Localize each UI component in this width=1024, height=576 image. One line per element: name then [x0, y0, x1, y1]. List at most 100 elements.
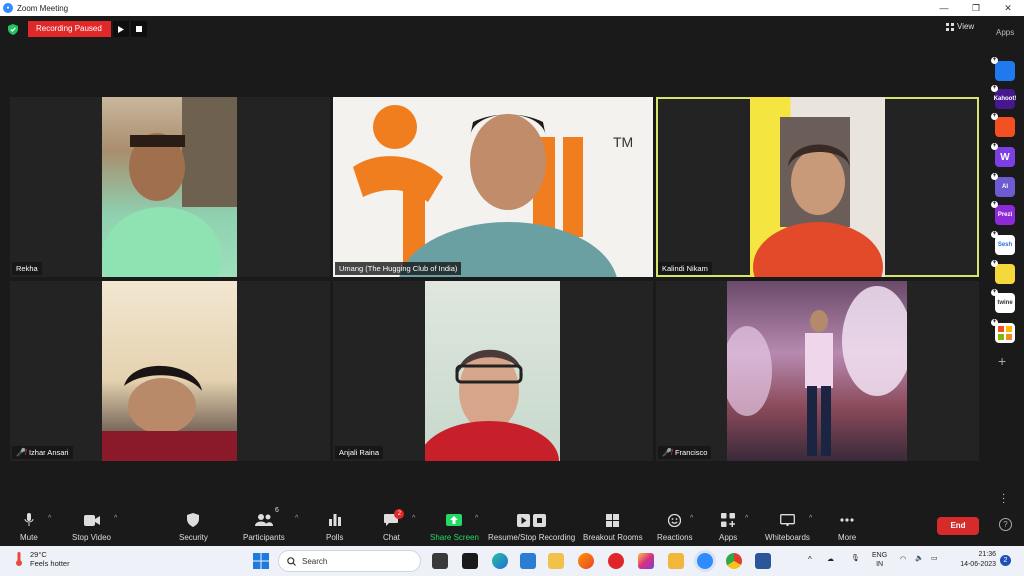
onedrive-cloud-icon[interactable]: ☁ — [827, 555, 834, 563]
more-button[interactable]: More — [838, 511, 856, 542]
firefox-icon[interactable] — [578, 553, 594, 569]
view-label: View — [957, 22, 975, 31]
store-icon[interactable] — [520, 553, 536, 569]
opera-icon[interactable] — [608, 553, 624, 569]
help-button[interactable]: ? — [999, 518, 1012, 531]
more-options-icon[interactable]: · · · — [1002, 490, 1005, 508]
video-tile-izhar-ansari[interactable]: 🎤̸ Izhar Ansari — [10, 281, 330, 461]
video-feed: TM — [333, 97, 653, 277]
share-screen-button[interactable]: Share Screen — [430, 511, 479, 542]
add-app-icon: + — [991, 85, 998, 92]
video-tile-kalindi-nikam[interactable]: Kalindi Nikam — [656, 97, 979, 277]
start-button[interactable] — [253, 553, 269, 574]
video-feed — [425, 281, 560, 461]
share-options-caret[interactable]: ^ — [475, 515, 478, 522]
side-app-3[interactable]: + — [991, 113, 1015, 137]
clock[interactable]: 21:36 14-06-2023 — [950, 550, 996, 570]
edge-browser-icon[interactable] — [492, 553, 508, 569]
widgets-icon[interactable] — [462, 553, 478, 569]
add-app-icon: + — [991, 319, 998, 326]
participant-nameplate: 🎤̸ Izhar Ansari — [12, 446, 73, 459]
chat-button[interactable]: 2 Chat — [383, 509, 405, 542]
reactions-button[interactable]: Reactions — [657, 511, 693, 542]
video-options-caret[interactable]: ^ — [114, 515, 117, 522]
breakout-rooms-button[interactable]: Breakout Rooms — [583, 511, 643, 542]
video-tile-umang[interactable]: TM Umang (The Hugging Club of India) — [333, 97, 653, 277]
wifi-icon[interactable]: ◠ — [900, 555, 906, 563]
resume-stop-recording-button[interactable]: Resume/Stop Recording — [488, 511, 575, 542]
more-icon — [840, 518, 854, 522]
video-tile-francisco[interactable]: 🎤̸ Francisco — [656, 281, 979, 461]
add-app-icon: + — [991, 57, 998, 64]
add-app-icon: + — [991, 260, 998, 267]
add-app-icon: + — [991, 289, 998, 296]
chrome-icon[interactable] — [726, 553, 742, 569]
instagram-icon[interactable] — [638, 553, 654, 569]
file-explorer-icon[interactable] — [548, 553, 564, 569]
muted-mic-icon: 🎤̸ — [662, 448, 672, 457]
video-feed — [727, 281, 907, 461]
end-meeting-button[interactable]: End — [937, 517, 979, 535]
side-app-prezi[interactable]: + Prezi — [991, 201, 1015, 225]
add-app-icon: + — [991, 113, 998, 120]
zoom-taskbar-icon[interactable] — [697, 553, 713, 569]
show-hidden-icons-chevron[interactable]: ^ — [808, 555, 812, 564]
weather-description: Feels hotter — [30, 559, 70, 568]
add-app-button[interactable]: + — [998, 353, 1006, 369]
word-icon[interactable] — [755, 553, 771, 569]
chat-unread-badge: 2 — [394, 509, 405, 519]
resume-recording-icon — [517, 513, 531, 527]
microphone-icon — [24, 513, 34, 526]
recording-status-label: Recording Paused — [28, 21, 111, 37]
participants-count: 6 — [275, 507, 279, 514]
apps-panel-label: Apps — [996, 28, 1015, 37]
participant-nameplate: Rekha — [12, 262, 42, 275]
audio-options-caret[interactable]: ^ — [48, 515, 51, 522]
stop-video-button[interactable]: Stop Video — [72, 511, 111, 542]
security-button[interactable]: Security — [179, 511, 208, 542]
resume-recording-button[interactable] — [113, 21, 129, 37]
battery-icon[interactable]: ▭ — [931, 554, 938, 562]
video-tile-rekha[interactable]: Rekha — [10, 97, 330, 277]
view-button[interactable]: View — [946, 22, 974, 31]
side-app-1[interactable]: + — [991, 57, 1015, 81]
whiteboards-options-caret[interactable]: ^ — [809, 515, 812, 522]
folder-icon[interactable] — [668, 553, 684, 569]
side-app-10[interactable]: + — [991, 319, 1015, 343]
side-app-ai[interactable]: + AI — [991, 173, 1015, 197]
participants-button[interactable]: Participants — [243, 511, 285, 542]
search-placeholder: Search — [302, 556, 328, 566]
encryption-shield-icon[interactable] — [8, 23, 18, 35]
weather-widget[interactable]: 29°C Feels hotter — [14, 550, 70, 568]
minimize-button[interactable]: — — [928, 0, 960, 16]
participants-options-caret[interactable]: ^ — [295, 515, 298, 522]
zoom-window: ● Zoom Meeting — ❐ ✕ Recording Paused Vi… — [0, 0, 1024, 576]
side-app-twine[interactable]: + twine — [991, 289, 1015, 313]
window-title: Zoom Meeting — [17, 3, 69, 13]
participant-nameplate: Umang (The Hugging Club of India) — [335, 262, 462, 275]
participant-nameplate: 🎤̸ Francisco — [658, 446, 712, 459]
polls-button[interactable]: Polls — [326, 511, 343, 542]
stop-recording-button[interactable] — [131, 21, 147, 37]
side-app-kahoot[interactable]: + Kahoot! — [991, 85, 1016, 109]
language-indicator[interactable]: ENG IN — [872, 551, 887, 569]
taskbar-search[interactable]: Search — [278, 550, 421, 572]
reactions-options-caret[interactable]: ^ — [690, 515, 693, 522]
side-app-w[interactable]: + W — [991, 143, 1015, 167]
weather-temperature: 29°C — [30, 550, 47, 559]
chat-options-caret[interactable]: ^ — [412, 515, 415, 522]
add-app-icon: + — [991, 231, 998, 238]
apps-options-caret[interactable]: ^ — [745, 515, 748, 522]
notification-badge[interactable]: 2 — [1000, 555, 1011, 566]
apps-button[interactable]: Apps — [719, 511, 737, 542]
task-view-icon[interactable] — [432, 553, 448, 569]
close-button[interactable]: ✕ — [992, 0, 1024, 16]
restore-button[interactable]: ❐ — [960, 0, 992, 16]
side-app-8[interactable]: + — [991, 260, 1015, 284]
microphone-tray-icon[interactable]: 🎙 — [851, 554, 860, 562]
video-tile-anjali-raina[interactable]: Anjali Raina — [333, 281, 653, 461]
whiteboards-button[interactable]: Whiteboards — [765, 511, 810, 542]
volume-icon[interactable]: 🔈 — [915, 554, 924, 562]
side-app-sesh[interactable]: + Sesh — [991, 231, 1015, 255]
mute-button[interactable]: Mute — [20, 511, 38, 542]
